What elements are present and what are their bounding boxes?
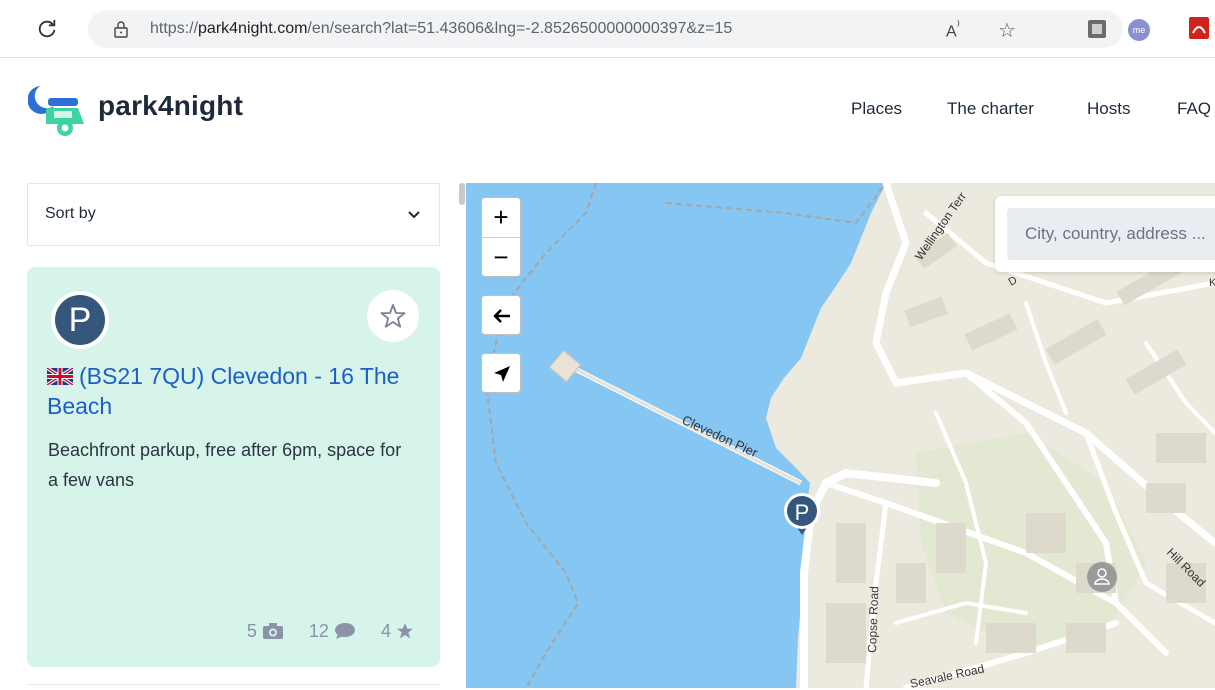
read-aloud-icon[interactable]: A⁾ (946, 18, 960, 41)
place-stats: 5 12 4 (227, 621, 414, 642)
svg-text:P: P (795, 500, 810, 525)
pdf-extension-icon[interactable] (1188, 16, 1210, 40)
nav-hosts[interactable]: Hosts (1087, 99, 1130, 119)
next-place-card[interactable] (27, 684, 440, 690)
place-description: Beachfront parkup, free after 6pm, space… (48, 440, 402, 490)
place-title[interactable]: (BS21 7QU) Clevedon - 16 The Beach (47, 361, 407, 421)
user-location-marker[interactable] (1087, 562, 1117, 592)
rating-value: 4 (381, 621, 414, 642)
place-card[interactable]: P (BS21 7QU) Clevedon - 16 The Beach Bea… (27, 267, 440, 667)
scrollbar[interactable] (459, 183, 465, 205)
star-icon (397, 623, 413, 639)
camera-icon (262, 623, 283, 639)
map-search-box (995, 196, 1215, 272)
favorite-star-icon[interactable]: ☆ (998, 18, 1016, 43)
logo-icon[interactable] (28, 84, 88, 138)
brand-name[interactable]: park4night (98, 90, 243, 122)
photos-count: 5 (247, 621, 284, 642)
locate-me-button[interactable] (481, 353, 521, 393)
reload-icon[interactable] (36, 18, 58, 40)
comment-icon (334, 623, 355, 639)
location-arrow-icon (494, 366, 510, 382)
parking-marker-icon: P (51, 291, 109, 349)
map-search-input[interactable] (1007, 208, 1215, 260)
chevron-down-icon (408, 211, 420, 219)
sort-by-select[interactable]: Sort by (27, 183, 440, 246)
address-bar[interactable]: https://park4night.com/en/search?lat=51.… (88, 10, 1123, 48)
zoom-control[interactable]: + − (481, 197, 521, 277)
profile-avatar[interactable]: me (1128, 19, 1150, 41)
copse-road-label: Copse Road (865, 586, 881, 653)
map-label-k: K (1209, 277, 1215, 289)
nav-faq[interactable]: FAQ (1177, 99, 1211, 119)
favorite-button[interactable] (367, 290, 419, 342)
zoom-out-button[interactable]: − (482, 237, 520, 276)
browser-toolbar: https://park4night.com/en/search?lat=51.… (0, 0, 1215, 58)
nav-the-charter[interactable]: The charter (947, 99, 1034, 119)
uk-flag-icon (47, 368, 73, 385)
sort-by-label: Sort by (45, 205, 96, 222)
star-outline-icon (380, 304, 406, 328)
arrow-left-icon (493, 309, 510, 323)
zoom-in-button[interactable]: + (482, 198, 520, 237)
comments-count: 12 (309, 621, 356, 642)
back-button[interactable] (481, 295, 521, 335)
url-text[interactable]: https://park4night.com/en/search?lat=51.… (150, 20, 732, 38)
extension-icon[interactable] (1087, 19, 1107, 39)
nav-places[interactable]: Places (851, 99, 902, 119)
lock-icon[interactable] (112, 20, 130, 38)
